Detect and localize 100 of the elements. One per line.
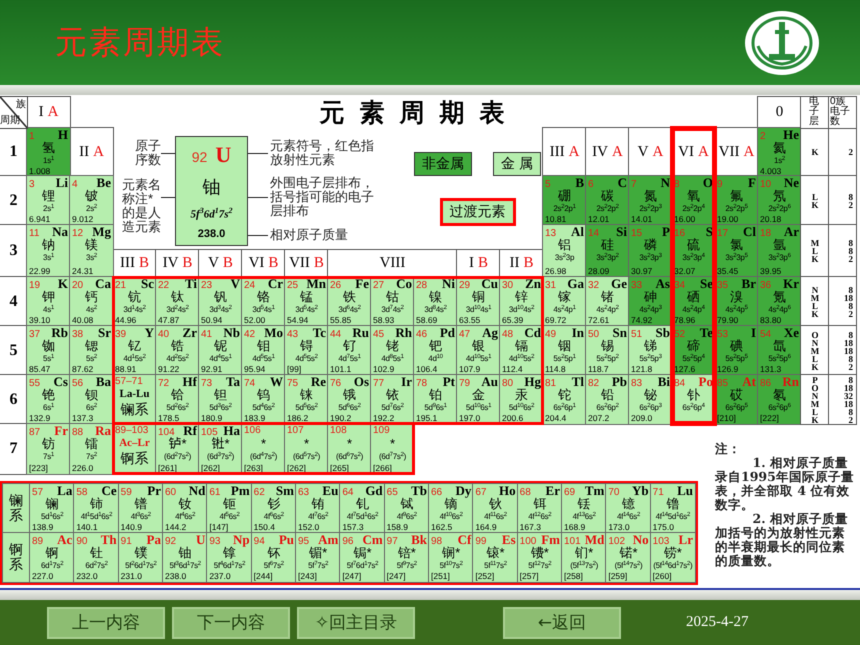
electron-config: 5d$^{6}$6s$^{2}$ — [337, 402, 362, 413]
element-symbol: Gd — [365, 484, 383, 497]
atomic-mass: 88.91 — [115, 364, 138, 374]
atomic-mass: [147] — [209, 522, 230, 532]
atomic-mass: 101.1 — [330, 364, 352, 374]
element-symbol: Rb — [51, 326, 68, 339]
electron-config: 4f$^{11}$6s$^{2}$ — [483, 511, 508, 522]
atomic-mass: [247] — [386, 571, 407, 581]
element-symbol: Ce — [101, 484, 117, 497]
atomic-number: 55 — [29, 377, 40, 390]
nav-button[interactable]: 上一内容 — [47, 606, 165, 638]
element-symbol: C — [618, 176, 627, 189]
element-symbol: Fr — [54, 424, 68, 437]
atomic-number: 53 — [717, 328, 728, 341]
electron-config: 3s$^{2}$ — [85, 252, 98, 263]
atomic-number: 28 — [416, 279, 428, 292]
element-symbol: Dy — [455, 484, 472, 497]
atomic-mass: [247] — [342, 571, 362, 581]
atomic-mass: 12.01 — [588, 214, 610, 224]
period-number: 3 — [0, 225, 27, 277]
atomic-mass: 16.00 — [674, 214, 696, 224]
atomic-mass: 54.94 — [287, 315, 310, 325]
atomic-number: 17 — [717, 227, 728, 240]
atomic-mass: 24.31 — [72, 266, 94, 276]
atomic-number: 23 — [201, 279, 212, 292]
element-symbol: Li — [56, 176, 68, 189]
period-number: 6 — [0, 375, 27, 424]
element-symbol: Rh — [395, 326, 412, 339]
electron-config: 5f$^{6}$7s$^{2}$ — [262, 560, 285, 571]
electron-config: 4s$^{2}$4p$^{2}$ — [595, 304, 620, 315]
nav-button[interactable]: ←返回 — [503, 606, 621, 638]
atomic-number: 77 — [373, 377, 384, 390]
electron-config: 3d$^{3}$4s$^{2}$ — [208, 304, 233, 315]
electron-config: 5s$^{2}$5p$^{1}$ — [552, 353, 577, 364]
atomic-number: 49 — [545, 328, 556, 341]
atomic-number: 92 — [164, 535, 176, 548]
electron-config: 5f$^{12}$7s$^{2}$ — [527, 560, 552, 571]
electron-config: 2s$^{2}$2p$^{4}$ — [681, 203, 706, 214]
atomic-number: 2 — [760, 130, 766, 143]
atomic-mass: 14.01 — [631, 214, 654, 224]
element-name: 钐 — [266, 497, 282, 511]
electron-config: 6s$^{1}$ — [42, 402, 55, 413]
element-name: 镉 — [514, 339, 529, 353]
legend-label: 元素名称注*的是人造元素 — [122, 178, 161, 234]
element-name: 锝 — [299, 339, 314, 353]
nav-button[interactable]: ✧回主目录 — [297, 606, 415, 638]
atomic-number: 22 — [158, 279, 170, 292]
atomic-mass: 102.9 — [373, 364, 396, 374]
electron-config: 5f$^{11}$7s$^{2}$ — [483, 560, 508, 571]
electron-config: 3s$^{1}$ — [42, 252, 55, 263]
group-header: II A — [70, 128, 113, 176]
atomic-mass: 167.3 — [520, 522, 542, 532]
atomic-mass: 9.012 — [72, 214, 94, 224]
electron-config: 5f$^{7}$7s$^{2}$ — [307, 560, 330, 571]
element-symbol: Fe — [355, 277, 369, 290]
atomic-mass: 28.09 — [588, 266, 610, 276]
element-name: 锑 — [643, 339, 658, 353]
atomic-mass: 231.0 — [120, 571, 143, 581]
element-name: 砷 — [643, 290, 658, 304]
atomic-mass: 238.0 — [198, 228, 226, 240]
element-symbol: N — [660, 176, 670, 189]
atomic-mass: 127.6 — [674, 364, 696, 374]
category-legend: 金 属 — [493, 152, 541, 176]
element-symbol: Pd — [440, 326, 455, 339]
element-symbol: Pr — [147, 484, 161, 497]
shell-header: 电子层 — [801, 97, 829, 128]
element-name: 镎 — [222, 546, 236, 560]
atomic-mass: 50.94 — [201, 315, 224, 325]
element-name: 钕 — [178, 497, 193, 511]
electron-config: 4s$^{2}$4p$^{6}$ — [767, 304, 792, 315]
electron-config: 4d$^{5}$5s$^{1}$ — [251, 353, 276, 364]
element-name: 镥 — [665, 497, 680, 511]
nav-button[interactable]: 下一内容 — [172, 606, 290, 638]
atomic-number: 99 — [475, 535, 486, 548]
element-name: 汞 — [514, 388, 528, 402]
atomic-number: 7 — [631, 178, 637, 191]
element-symbol: Sb — [656, 326, 670, 339]
element-symbol: Co — [396, 277, 412, 290]
atomic-mass: 173.0 — [608, 522, 631, 532]
electron-config: 3d$^{5}$4s$^{1}$ — [251, 304, 276, 315]
electron-config: 6s$^{2}$6p$^{2}$ — [595, 402, 620, 413]
element-name: 铕 — [310, 497, 326, 511]
notes-heading: 注： — [715, 442, 742, 456]
atomic-mass: 121.8 — [631, 364, 654, 374]
element-symbol: Pa — [146, 533, 161, 546]
element-symbol: Mo — [264, 326, 283, 339]
element-name: 钷 — [222, 497, 237, 511]
electron-config: 5s$^{1}$ — [42, 353, 55, 364]
leader-line — [161, 196, 175, 198]
element-symbol: Nd — [188, 484, 206, 497]
element-name: 铅 — [600, 388, 615, 402]
atomic-number: 89 — [32, 535, 44, 548]
electron-config: 5f$^{2}$6d$^{1}$7s$^{2}$ — [124, 560, 158, 571]
electron-config: 3s$^{2}$3p$^{6}$ — [767, 252, 792, 263]
atomic-number: 18 — [760, 227, 772, 240]
atomic-mass: [244] — [254, 571, 274, 581]
atomic-number: 14 — [588, 227, 600, 240]
element-name: 钡 — [84, 388, 99, 402]
electron-config: 5d$^{7}$6s$^{2}$ — [380, 402, 405, 413]
atomic-number: 101 — [564, 535, 581, 547]
